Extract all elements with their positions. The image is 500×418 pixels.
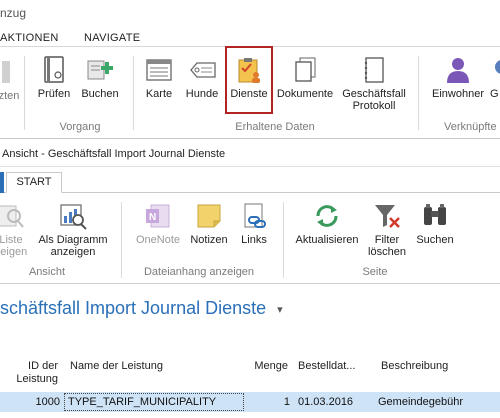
partial-right-button[interactable]: G <box>490 54 500 100</box>
suchen-button[interactable]: Suchen <box>412 200 458 246</box>
dog-tag-icon <box>187 54 217 86</box>
window1-title-fragment: nzug <box>0 6 27 20</box>
dienste-label: Dienste <box>230 88 268 100</box>
group-verknuepft-label: Verknüpfte <box>444 121 497 133</box>
partial-right-label: G <box>490 88 499 100</box>
group-ansicht-label: Ansicht <box>28 266 66 278</box>
dokumente-button[interactable]: Dokumente <box>274 54 336 100</box>
hunde-button[interactable]: Hunde <box>182 54 222 100</box>
onenote-label: OneNote <box>135 234 181 246</box>
karte-label: Karte <box>145 88 173 100</box>
onenote-button[interactable]: N OneNote <box>130 200 186 246</box>
window1-tab-aktionen[interactable]: AKTIONEN <box>0 32 59 44</box>
window2-title: Ansicht - Geschäftsfall Import Journal D… <box>2 148 226 160</box>
pruefen-button[interactable]: Prüfen <box>34 54 74 100</box>
buchen-label: Buchen <box>81 88 119 100</box>
aktualisieren-button[interactable]: Aktualisieren <box>290 200 364 246</box>
filter-loeschen-button[interactable]: Filter löschen <box>364 200 410 258</box>
tab-start-label: START <box>16 176 52 188</box>
page-title-dropdown-icon[interactable]: ▾ <box>277 304 283 316</box>
partial-icon <box>0 56 24 88</box>
group-vorgang-label: Vorgang <box>59 121 101 133</box>
chart-search-icon <box>58 200 88 232</box>
page-title-text: schäftsfall Import Journal Dienste <box>0 298 267 318</box>
links-label: Links <box>241 234 267 246</box>
links-button[interactable]: Links <box>236 200 272 246</box>
partial-right-icon <box>490 54 500 86</box>
note-icon <box>194 200 224 232</box>
window2-tab-marker <box>0 172 4 193</box>
column-header-bestell[interactable]: Bestelldat... <box>298 360 355 373</box>
ribbon-bottom-line <box>0 283 500 284</box>
cell-beschreibung: Gemeindegebühr <box>378 396 464 408</box>
protokoll-label: Geschäftsfall Protokoll <box>342 88 406 112</box>
als-diagramm-label: Als Diagramm anzeigen <box>38 234 108 258</box>
protokoll-button[interactable]: Geschäftsfall Protokoll <box>338 54 410 112</box>
documents-icon <box>290 54 320 86</box>
binoculars-icon <box>420 200 450 232</box>
notizen-button[interactable]: Notizen <box>186 200 232 246</box>
dokumente-label: Dokumente <box>276 88 334 100</box>
partial-left-label: zten <box>0 90 20 102</box>
table-row[interactable]: 1000 TYPE_TARIF_MUNICIPALITY 1 01.03.201… <box>0 392 500 412</box>
einwohner-button[interactable]: Einwohner <box>428 54 488 100</box>
cell-name: TYPE_TARIF_MUNICIPALITY <box>68 396 217 408</box>
post-add-icon <box>85 54 115 86</box>
cell-menge: 1 <box>283 396 290 408</box>
suchen-label: Suchen <box>416 234 454 246</box>
column-header-menge[interactable]: Menge <box>248 360 288 373</box>
card-icon <box>144 54 174 86</box>
liste-zeigen-button[interactable]: Liste zeigen <box>0 200 28 258</box>
person-icon <box>443 54 473 86</box>
aktualisieren-label: Aktualisieren <box>295 234 359 246</box>
notizen-label: Notizen <box>190 234 228 246</box>
page-title: schäftsfall Import Journal Dienste ▾ <box>0 298 283 319</box>
partial-left-button[interactable]: zten <box>0 56 20 102</box>
window2-title-underline <box>0 166 500 167</box>
window2-frame <box>0 138 500 418</box>
onenote-icon: N <box>143 200 173 232</box>
karte-button[interactable]: Karte <box>140 54 178 100</box>
hunde-label: Hunde <box>185 88 219 100</box>
window2-tab-strip-line <box>0 192 500 193</box>
dienste-button[interactable]: Dienste <box>225 46 273 114</box>
tab-start[interactable]: START <box>6 172 62 193</box>
liste-zeigen-label: Liste zeigen <box>0 234 28 258</box>
clipboard-check-icon <box>234 54 264 86</box>
cell-bestell: 01.03.2016 <box>298 396 354 408</box>
window1-tab-navigate[interactable]: NAVIGATE <box>84 32 140 44</box>
group-dateianhang-label: Dateianhang anzeigen <box>143 266 255 278</box>
buchen-button[interactable]: Buchen <box>78 54 122 100</box>
column-header-beschreibung[interactable]: Beschreibung <box>381 360 448 373</box>
cell-id: 1000 <box>35 396 60 408</box>
filter-loeschen-label: Filter löschen <box>368 234 406 258</box>
filter-clear-icon <box>372 200 402 232</box>
als-diagramm-button[interactable]: Als Diagramm anzeigen <box>33 200 113 258</box>
column-header-name[interactable]: Name der Leistung <box>70 360 163 373</box>
einwohner-label: Einwohner <box>432 88 484 100</box>
link-icon <box>239 200 269 232</box>
notebook-icon <box>359 54 389 86</box>
group-seite-label: Seite <box>362 266 388 278</box>
list-search-icon <box>0 200 26 232</box>
group-erhaltene-daten-label: Erhaltene Daten <box>235 121 315 133</box>
refresh-icon <box>312 200 342 232</box>
column-header-id[interactable]: ID der Leistung <box>10 360 58 386</box>
svg-text:N: N <box>149 212 156 223</box>
book-icon <box>39 54 69 86</box>
pruefen-label: Prüfen <box>37 88 71 100</box>
